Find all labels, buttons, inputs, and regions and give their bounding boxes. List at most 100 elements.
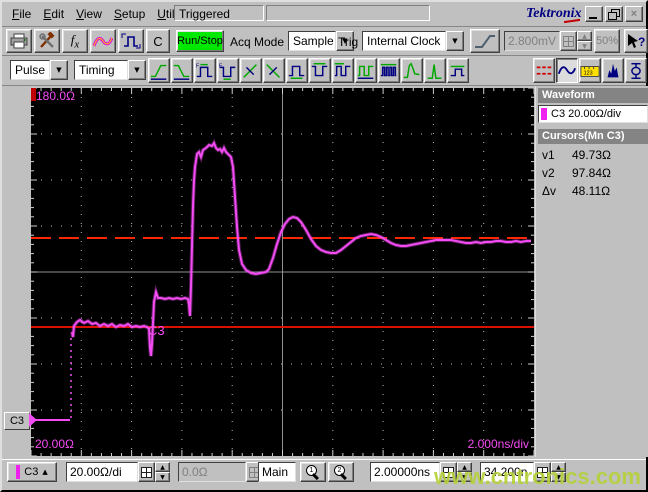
measure-class-select[interactable]: Pulse ▼ <box>10 60 68 80</box>
rise-cross-button[interactable] <box>240 58 262 83</box>
cursors-icon <box>536 65 552 75</box>
clear-button[interactable]: C <box>146 29 170 53</box>
menu-edit[interactable]: Edit <box>37 6 70 22</box>
trig-label: Trig <box>338 35 359 49</box>
acq-mode-label: Acq Mode <box>230 35 285 49</box>
close-button[interactable]: × <box>625 6 643 22</box>
fall-time-icon <box>173 64 190 80</box>
rising-slope-icon <box>475 35 495 48</box>
measurement-toolbar: Pulse ▼ Timing ▼ FF 123 <box>2 56 647 86</box>
graticule <box>30 87 535 457</box>
measure-class-value: Pulse <box>10 60 50 80</box>
waveform-display: 180.0Ω 20.00Ω 2.000ns/div C3 C3 <box>2 86 535 457</box>
zoom-2-button[interactable]: 2 <box>328 462 354 482</box>
status-box-empty <box>266 5 430 21</box>
neg-pulse-button[interactable] <box>309 58 331 83</box>
trig-source-value: Internal Clock <box>362 31 446 51</box>
pos-width-icon: F <box>196 63 213 77</box>
channel-marker[interactable]: C3 <box>4 412 30 430</box>
timebase-input[interactable]: 2.00000ns <box>370 462 440 482</box>
duty-cycle-icon <box>357 65 374 79</box>
burst-button[interactable] <box>378 58 400 83</box>
chevron-up-icon: ▲ <box>42 468 48 476</box>
trig-level-stepper: ▲ ▼ <box>577 31 592 51</box>
histogram-button[interactable] <box>602 58 624 83</box>
watermark: www.cntronics.com <box>433 464 641 489</box>
waveform-display-button[interactable] <box>556 58 578 83</box>
menu-setup[interactable]: Setup <box>108 6 151 22</box>
minimize-icon <box>589 17 597 19</box>
trig-level-input[interactable]: 2.800mV <box>504 31 560 51</box>
measure-category-select[interactable]: Timing ▼ <box>74 60 146 80</box>
cursor-readout-dv: Δv 48.11Ω <box>542 184 611 198</box>
trig-level-control: 2.800mV ▲ ▼ <box>504 31 592 51</box>
pulse-bracket-icon <box>121 33 141 49</box>
menu-file[interactable]: File <box>6 6 37 22</box>
keypad-button[interactable] <box>560 31 577 51</box>
step-up-button[interactable]: ▲ <box>155 462 170 472</box>
step-down-button[interactable]: ▼ <box>577 41 592 51</box>
timebase-label: 2.000ns/div <box>467 437 529 451</box>
channel-select-button[interactable]: C3 ▲ <box>7 462 57 482</box>
period-button[interactable] <box>332 58 354 83</box>
set-50-percent-button[interactable]: 50% <box>594 29 620 53</box>
neg-width-button[interactable]: F <box>217 58 239 83</box>
trace-label: C3 <box>148 323 165 338</box>
measurement-buttons: FF <box>148 58 470 83</box>
tools-button[interactable] <box>34 29 60 53</box>
zoom-1-button[interactable]: 1 <box>300 462 326 482</box>
chevron-down-icon[interactable]: ▼ <box>446 31 464 51</box>
context-help-button[interactable]: ? <box>624 29 648 53</box>
trig-slope-button[interactable] <box>470 29 500 53</box>
settle-top-button[interactable] <box>447 58 469 83</box>
formula-button[interactable]: fx <box>62 29 88 53</box>
formula-icon: fx <box>70 31 80 51</box>
waveform-style-button[interactable] <box>90 29 116 53</box>
svg-text:?: ? <box>638 35 645 49</box>
measurement-ruler-button[interactable]: 123 <box>579 58 601 83</box>
tools-icon <box>39 32 55 48</box>
channel-marker-arrow-icon <box>29 413 37 427</box>
fall-time-button[interactable] <box>171 58 193 83</box>
acq-mode-value: Sample <box>288 31 336 51</box>
chevron-down-icon[interactable]: ▼ <box>50 60 68 80</box>
rise-time-button[interactable] <box>148 58 170 83</box>
eye-mask-button[interactable] <box>625 58 647 83</box>
fall-cross-button[interactable] <box>263 58 285 83</box>
trig-source-select[interactable]: Internal Clock ▼ <box>362 31 464 51</box>
chevron-down-icon[interactable]: ▼ <box>128 60 146 80</box>
restore-button[interactable] <box>605 6 623 22</box>
histogram-icon <box>604 63 622 77</box>
vertical-offset-input[interactable]: 0.0Ω <box>178 462 246 482</box>
pos-pulse-icon <box>288 65 305 79</box>
waveform-entry-label: C3 20.00Ω/div <box>551 108 621 120</box>
keypad-button[interactable] <box>138 462 155 482</box>
menu-bar: File Edit View Setup Utilities Help Trig… <box>2 2 646 27</box>
step-down-button[interactable]: ▼ <box>155 472 170 482</box>
trigger-status: Triggered <box>174 5 264 21</box>
minimize-button[interactable] <box>585 6 603 22</box>
view-select[interactable]: Main <box>258 462 296 482</box>
print-button[interactable] <box>6 29 32 53</box>
run-stop-button[interactable]: Run/Stop <box>176 30 224 52</box>
pulse-define-button[interactable] <box>118 29 144 53</box>
waveform-display-icon <box>557 65 577 74</box>
menu-view[interactable]: View <box>70 6 108 22</box>
peak-icon <box>427 64 442 79</box>
pos-overshoot-icon <box>403 61 420 78</box>
pos-width-button[interactable]: F <box>194 58 216 83</box>
pos-pulse-button[interactable] <box>286 58 308 83</box>
waveform-entry[interactable]: C3 20.00Ω/div <box>538 105 648 123</box>
svg-text:123: 123 <box>584 70 593 76</box>
vertical-scale-input[interactable]: 20.00Ω/di <box>66 462 138 482</box>
period-icon <box>334 62 351 76</box>
vertical-bottom-label: 20.00Ω <box>35 437 74 451</box>
step-up-button[interactable]: ▲ <box>577 31 592 41</box>
peak-button[interactable] <box>424 58 446 83</box>
rise-cross-icon <box>243 63 257 78</box>
duty-cycle-button[interactable] <box>355 58 377 83</box>
main-toolbar: fx C Run/Stop Acq Mode Sample ▼ Trig Int… <box>2 27 648 56</box>
app-window: File Edit View Setup Utilities Help Trig… <box>0 0 648 492</box>
cursors-button[interactable] <box>533 58 555 83</box>
pos-overshoot-button[interactable] <box>401 58 423 83</box>
